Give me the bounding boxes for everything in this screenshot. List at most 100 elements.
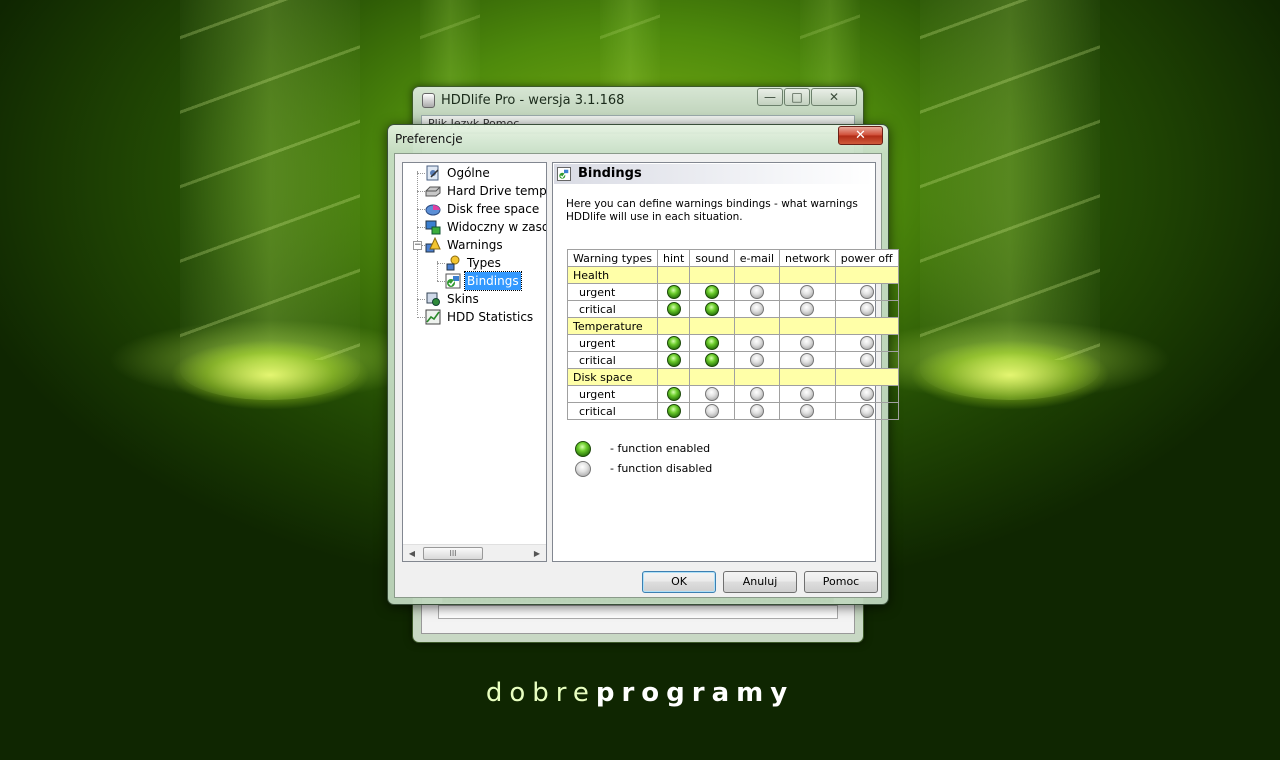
led-off-icon[interactable] <box>800 404 815 418</box>
dialog-face: − Ogólne Hard Drive temper Disk free spa… <box>394 153 899 598</box>
group-cell <box>689 317 735 335</box>
led-off-icon[interactable] <box>859 387 874 401</box>
scroll-left-icon[interactable]: ◀ <box>406 548 418 559</box>
toggle-cell <box>733 351 781 369</box>
table-row: critical <box>566 351 899 369</box>
led-off-icon[interactable] <box>705 404 720 418</box>
group-cell <box>834 368 899 386</box>
panel-description: Here you can define warnings bindings - … <box>566 198 858 223</box>
toggle-cell <box>834 283 899 301</box>
toggle-cell <box>834 351 899 369</box>
column-header: e-mail <box>733 249 781 267</box>
settings-icon <box>426 165 439 181</box>
table-row: urgent <box>566 385 899 403</box>
led-off-icon[interactable] <box>859 302 874 316</box>
ok-button[interactable]: OK <box>642 571 716 593</box>
group-label: Disk space <box>566 368 659 386</box>
led-on-icon <box>575 441 591 457</box>
help-button[interactable]: Pomoc <box>804 571 878 593</box>
toggle-cell <box>779 300 836 318</box>
led-off-icon[interactable] <box>749 302 764 316</box>
toggle-cell <box>733 385 781 403</box>
led-off-icon[interactable] <box>800 302 815 316</box>
cancel-button[interactable]: Anuluj <box>723 571 797 593</box>
led-off-icon[interactable] <box>800 285 815 299</box>
level-label: critical <box>566 300 659 318</box>
legend-enabled-label: - function enabled <box>610 442 711 455</box>
preferences-tree[interactable]: − Ogólne Hard Drive temper Disk free spa… <box>402 162 547 562</box>
led-off-icon[interactable] <box>705 387 720 401</box>
led-on-icon[interactable] <box>666 285 681 299</box>
toggle-cell <box>779 283 836 301</box>
panel-heading: Bindings <box>578 166 642 181</box>
toggle-cell <box>733 334 781 352</box>
column-header: network <box>779 249 836 267</box>
app-icon <box>422 93 435 108</box>
toggle-cell <box>779 402 836 420</box>
toggle-cell <box>689 351 735 369</box>
led-off-icon[interactable] <box>800 387 815 401</box>
led-off-icon[interactable] <box>859 353 874 367</box>
toggle-cell <box>733 300 781 318</box>
led-on-icon[interactable] <box>705 285 720 299</box>
warnings-collapse-icon[interactable]: − <box>413 241 422 250</box>
toggle-cell <box>689 334 735 352</box>
led-on-icon[interactable] <box>666 387 681 401</box>
group-cell <box>689 368 735 386</box>
toggle-cell <box>834 402 899 420</box>
maximize-button[interactable]: □ <box>784 88 810 106</box>
minimize-button[interactable]: — <box>757 88 783 106</box>
led-off-icon <box>575 461 591 477</box>
tree-item-label: HDD Statistics <box>447 310 534 324</box>
tree-horizontal-scrollbar[interactable]: ◀ III ▶ <box>403 544 546 561</box>
group-label: Temperature <box>566 317 659 335</box>
scrollbar-thumb[interactable]: III <box>423 547 483 560</box>
scroll-right-icon[interactable]: ▶ <box>531 548 543 559</box>
led-on-icon[interactable] <box>705 336 720 350</box>
group-cell <box>657 317 691 335</box>
led-off-icon[interactable] <box>749 285 764 299</box>
group-cell <box>733 317 781 335</box>
toggle-cell <box>689 385 735 403</box>
led-on-icon[interactable] <box>666 336 681 350</box>
toggle-cell <box>657 385 691 403</box>
led-off-icon[interactable] <box>749 336 764 350</box>
toggle-cell <box>779 351 836 369</box>
group-cell <box>733 368 781 386</box>
tree-item-label: Bindings <box>464 271 522 291</box>
group-cell <box>779 368 836 386</box>
table-row: urgent <box>566 334 899 352</box>
led-off-icon[interactable] <box>859 336 874 350</box>
dialog-close-button[interactable]: ✕ <box>838 126 883 145</box>
group-cell <box>834 317 899 335</box>
led-off-icon[interactable] <box>749 353 764 367</box>
bindings-panel: Bindings Here you can define warnings bi… <box>552 162 899 562</box>
level-label: urgent <box>566 283 659 301</box>
column-header: power off <box>834 249 899 267</box>
led-off-icon[interactable] <box>859 285 874 299</box>
tree-item-label: Widoczny w zasob <box>447 220 547 234</box>
tree-item-label: Skins <box>447 292 479 306</box>
led-on-icon[interactable] <box>705 353 720 367</box>
led-on-icon[interactable] <box>666 353 681 367</box>
statistics-icon <box>425 309 441 325</box>
led-off-icon[interactable] <box>749 404 764 418</box>
main-window-title: HDDlife Pro - wersja 3.1.168 <box>441 93 625 108</box>
led-on-icon[interactable] <box>705 302 720 316</box>
led-on-icon[interactable] <box>666 302 681 316</box>
skins-icon <box>426 292 440 306</box>
toggle-cell <box>779 385 836 403</box>
group-row: Health <box>566 266 899 284</box>
led-off-icon[interactable] <box>749 387 764 401</box>
panel-header: Bindings <box>554 164 874 184</box>
tree-item-label: Warnings <box>447 238 503 252</box>
close-button[interactable]: ✕ <box>811 88 857 106</box>
group-row: Disk space <box>566 368 899 386</box>
status-field <box>438 605 838 619</box>
led-off-icon[interactable] <box>859 404 874 418</box>
led-off-icon[interactable] <box>800 353 815 367</box>
led-off-icon[interactable] <box>800 336 815 350</box>
led-on-icon[interactable] <box>666 404 681 418</box>
warnings-icon <box>425 237 441 253</box>
group-row: Temperature <box>566 317 899 335</box>
